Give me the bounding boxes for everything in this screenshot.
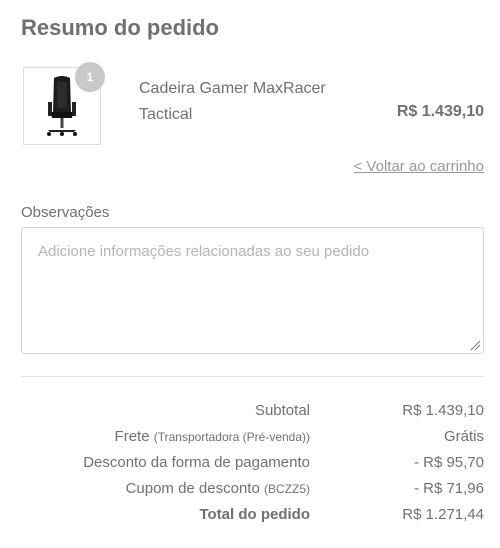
shipping-value: Grátis [443,428,484,445]
coupon-value: - R$ 71,96 [413,480,484,497]
payment-discount-label: Desconto da forma de pagamento [83,454,310,471]
shipping-method: (Transportadora (Pré-venda)) [153,430,310,444]
subtotal-value: R$ 1.439,10 [402,402,484,419]
coupon-row: Cupom de desconto (BCZZ5) - R$ 71,96 [0,480,500,502]
coupon-code: (BCZZ5) [264,482,310,496]
shipping-row: Frete (Transportadora (Pré-venda)) Gráti… [0,428,500,450]
notes-label: Observações [21,204,110,221]
quantity-badge: 1 [75,62,105,92]
order-total-row: Total do pedido R$ 1.271,44 [0,506,500,528]
notes-textarea[interactable] [21,227,484,354]
shipping-label: Frete [114,428,150,445]
product-price: R$ 1.439,10 [396,103,484,120]
subtotal-label: Subtotal [254,402,310,419]
order-total-value: R$ 1.271,44 [402,506,484,523]
shipping-label-group: Frete (Transportadora (Pré-venda)) [115,428,310,445]
back-to-cart-link[interactable]: < Voltar ao carrinho [354,158,485,175]
coupon-label-group: Cupom de desconto (BCZZ5) [126,480,310,497]
order-summary-title: Resumo do pedido [21,15,219,40]
resize-grip-icon[interactable] [470,340,481,351]
subtotal-row: Subtotal R$ 1.439,10 [0,402,500,424]
product-name: Cadeira Gamer MaxRacer Tactical [139,80,326,123]
coupon-label: Cupom de desconto [125,480,260,497]
order-total-label: Total do pedido [199,506,310,523]
payment-discount-value: - R$ 95,70 [413,454,484,471]
payment-discount-row: Desconto da forma de pagamento - R$ 95,7… [0,454,500,476]
summary-divider [21,376,484,377]
